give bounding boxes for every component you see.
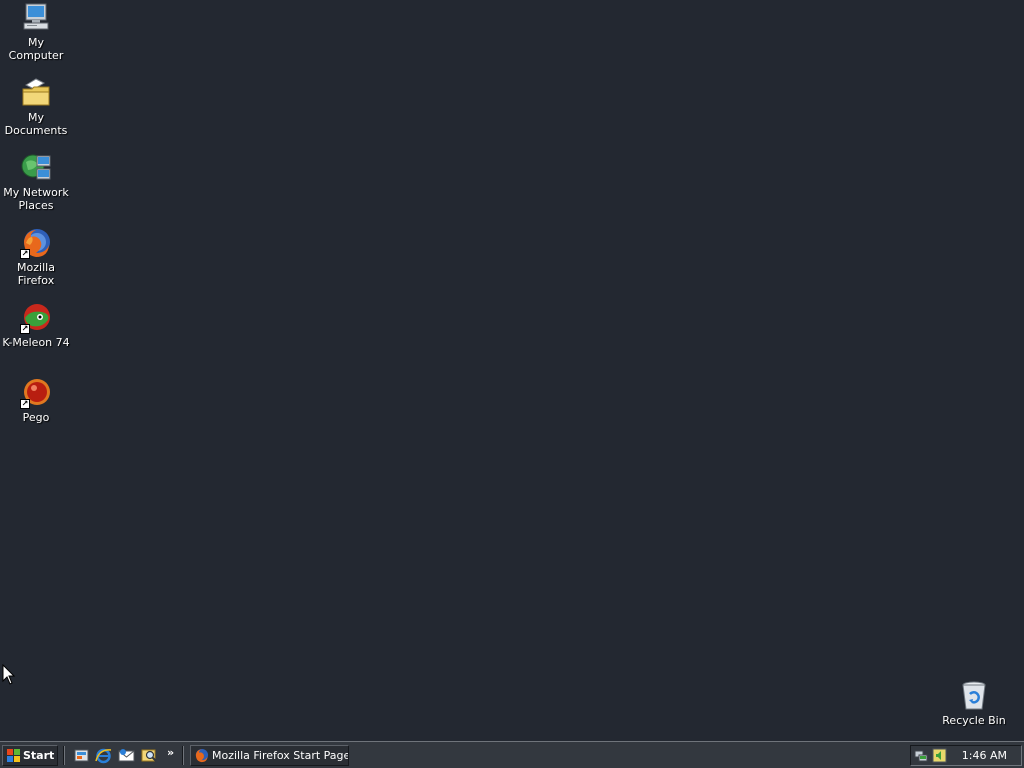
desktop-icon-label: My Network Places: [3, 186, 69, 212]
start-label: Start: [23, 749, 55, 762]
quick-launch-more-button[interactable]: »: [167, 747, 174, 759]
clock[interactable]: 1:46 AM: [962, 746, 1007, 765]
desktop: My Computer My Documents My Network Plac…: [0, 0, 1024, 741]
desktop-icon-network-places[interactable]: My Network Places: [0, 152, 73, 212]
desktop-icon-recycle-bin[interactable]: Recycle Bin: [937, 680, 1011, 727]
system-tray: 1:46 AM: [910, 745, 1022, 766]
desktop-icon-label: K-Meleon 74: [2, 336, 70, 349]
desktop-icon-k-meleon[interactable]: ↗ K-Meleon 74: [0, 302, 73, 349]
taskbar-separator: [182, 746, 184, 765]
desktop-icon-label: Recycle Bin: [942, 714, 1006, 727]
firefox-icon: [194, 748, 209, 763]
my-computer-icon: [20, 2, 52, 34]
network-places-icon: [20, 152, 52, 184]
internet-explorer-icon[interactable]: [95, 747, 112, 764]
desktop-icon-label: My Computer: [8, 36, 64, 62]
taskbar-separator: [63, 746, 65, 765]
firefox-icon: ↗: [20, 227, 52, 259]
network-icon[interactable]: [914, 748, 929, 763]
outlook-express-icon[interactable]: [118, 747, 135, 764]
recycle-bin-icon: [958, 680, 990, 712]
start-button[interactable]: Start: [2, 745, 58, 766]
show-desktop-icon[interactable]: [73, 747, 90, 764]
task-label: Mozilla Firefox Start Page...: [212, 749, 349, 762]
volume-icon[interactable]: [932, 748, 947, 763]
desktop-icon-pego[interactable]: ↗ Pego: [0, 377, 73, 424]
taskbar-task-firefox[interactable]: Mozilla Firefox Start Page...: [190, 745, 349, 766]
pego-icon: ↗: [20, 377, 52, 409]
mouse-cursor-icon: [2, 663, 16, 686]
desktop-icon-label: Mozilla Firefox: [17, 261, 55, 287]
taskbar: Start » Mozilla Firefox Start Page... 1:…: [0, 741, 1024, 768]
search-icon[interactable]: [141, 747, 158, 764]
shortcut-arrow-icon: ↗: [20, 399, 30, 409]
desktop-icon-my-computer[interactable]: My Computer: [0, 2, 73, 62]
shortcut-arrow-icon: ↗: [20, 249, 30, 259]
my-documents-icon: [20, 77, 52, 109]
desktop-icon-my-documents[interactable]: My Documents: [0, 77, 73, 137]
desktop-icon-label: Pego: [22, 411, 50, 424]
desktop-icon-firefox[interactable]: ↗ Mozilla Firefox: [0, 227, 73, 287]
windows-flag-icon: [7, 749, 20, 762]
k-meleon-icon: ↗: [20, 302, 52, 334]
shortcut-arrow-icon: ↗: [20, 324, 30, 334]
desktop-icon-label: My Documents: [4, 111, 68, 137]
